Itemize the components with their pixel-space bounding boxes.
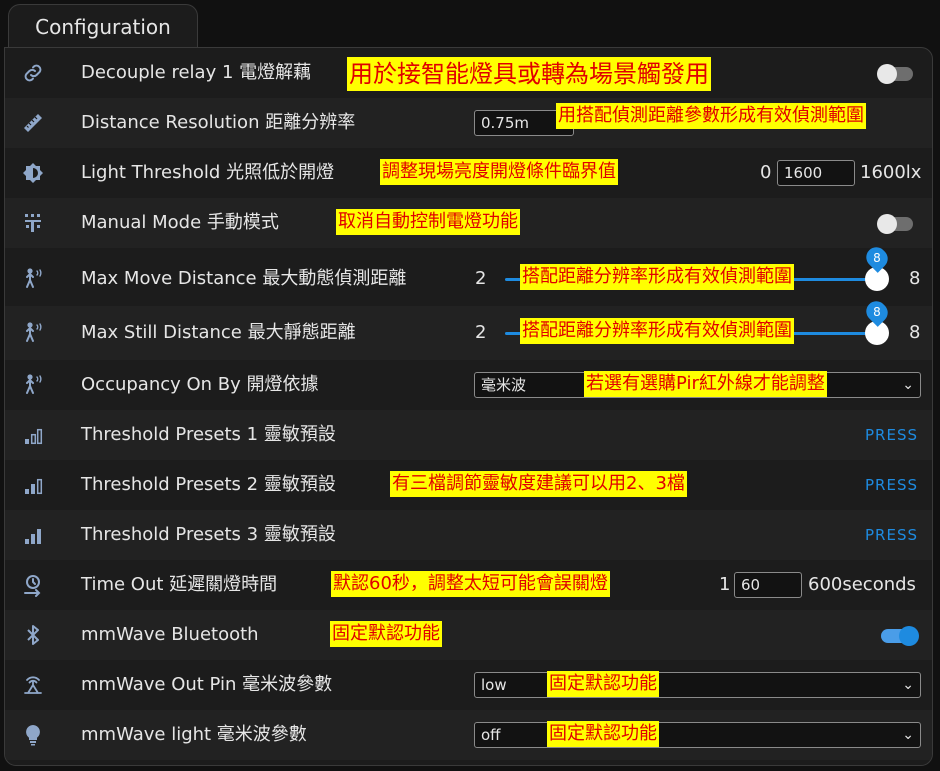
light-threshold-input[interactable]: 1600 — [777, 160, 855, 186]
row-label: mmWave light 毫米波參數 — [81, 724, 307, 745]
row-label: Light Threshold 光照低於開燈 — [81, 162, 335, 183]
annotation-callout: 用於接智能燈具或轉為場景觸發用 — [347, 57, 711, 91]
row-label: Max Move Distance 最大動態偵測距離 — [81, 268, 407, 289]
row-label: Max Still Distance 最大靜態距離 — [81, 322, 356, 343]
mmwave-light-select[interactable]: off ⌄ — [474, 722, 921, 748]
annotation-callout: 調整現場亮度開燈條件臨界值 — [380, 159, 618, 185]
mmwave-out-pin-select[interactable]: low ⌄ — [474, 672, 921, 698]
brightness-icon — [21, 161, 45, 185]
row-label: Manual Mode 手動模式 — [81, 212, 279, 233]
row-label: mmWave Out Pin 毫米波參數 — [81, 674, 333, 695]
row-decouple-relay: Decouple relay 1 電燈解藕 用於接智能燈具或轉為場景觸發用 — [5, 48, 932, 98]
lightbulb-icon — [21, 723, 45, 747]
radar-icon — [21, 673, 45, 697]
row-threshold-presets-1: Threshold Presets 1 靈敏預設 PRESS — [5, 410, 932, 460]
manual-mode-toggle[interactable] — [877, 211, 917, 235]
annotation-callout: 默認60秒，調整太短可能會誤關燈 — [331, 571, 610, 597]
row-label: Threshold Presets 3 靈敏預設 — [81, 524, 336, 545]
select-value: low — [481, 676, 507, 694]
manual-icon — [21, 211, 45, 235]
time-out-input[interactable]: 60 — [734, 572, 802, 598]
annotation-callout: 取消自動控制電燈功能 — [336, 209, 520, 235]
motion-sensor-icon — [21, 373, 45, 397]
signal-3-icon — [21, 523, 45, 547]
range-max: 8 — [909, 268, 921, 289]
range-min: 2 — [475, 268, 487, 289]
row-label: Decouple relay 1 電燈解藕 — [81, 62, 312, 83]
annotation-callout: 固定默認功能 — [547, 721, 659, 747]
row-mmwave-out-pin: mmWave Out Pin 毫米波參數 low ⌄ 固定默認功能 — [5, 660, 932, 710]
motion-sensor-icon — [21, 267, 45, 291]
annotation-callout: 搭配距離分辨率形成有效偵測範圍 — [520, 318, 794, 344]
range-max-unit: 1600lx — [860, 162, 922, 183]
row-label: Distance Resolution 距離分辨率 — [81, 112, 356, 133]
range-max-unit: 600seconds — [808, 574, 916, 595]
decouple-relay-toggle[interactable] — [877, 61, 917, 85]
chevron-down-icon: ⌄ — [902, 377, 914, 393]
row-occupancy-on-by: Occupancy On By 開燈依據 毫米波 ⌄ 若選有選購Pir紅外線才能… — [5, 360, 932, 410]
timer-icon — [21, 573, 45, 597]
annotation-callout: 有三檔調節靈敏度建議可以用2、3檔 — [390, 471, 687, 497]
bluetooth-icon — [21, 623, 45, 647]
range-min: 2 — [475, 322, 487, 343]
threshold-preset-2-press-button[interactable]: PRESS — [865, 460, 918, 510]
annotation-callout: 用搭配偵測距離參數形成有效偵測範圍 — [556, 103, 866, 129]
threshold-preset-3-press-button[interactable]: PRESS — [865, 510, 918, 560]
range-min: 1 — [719, 574, 731, 595]
select-value: 毫米波 — [481, 376, 527, 394]
max-move-slider-handle[interactable]: 8 — [862, 243, 892, 291]
annotation-callout: 若選有選購Pir紅外線才能調整 — [584, 371, 827, 397]
row-time-out: Time Out 延遲關燈時間 默認60秒，調整太短可能會誤關燈 1 60 60… — [5, 560, 932, 610]
chevron-down-icon: ⌄ — [902, 727, 914, 743]
ruler-icon — [21, 111, 45, 135]
row-max-still-distance: Max Still Distance 最大靜態距離 2 搭配距離分辨率形成有效偵… — [5, 297, 932, 360]
row-distance-resolution: Distance Resolution 距離分辨率 0.75m 用搭配偵測距離參… — [5, 98, 932, 148]
range-min: 0 — [760, 162, 772, 183]
tab-configuration[interactable]: Configuration — [8, 4, 198, 48]
row-mmwave-bluetooth: mmWave Bluetooth 固定默認功能 — [5, 610, 932, 660]
row-label: Occupancy On By 開燈依據 — [81, 374, 319, 395]
signal-2-icon — [21, 473, 45, 497]
max-still-slider-handle[interactable]: 8 — [862, 297, 892, 345]
row-label: Threshold Presets 1 靈敏預設 — [81, 424, 336, 445]
row-manual-mode: Manual Mode 手動模式 取消自動控制電燈功能 — [5, 198, 932, 248]
row-threshold-presets-2: Threshold Presets 2 靈敏預設 有三檔調節靈敏度建議可以用2、… — [5, 460, 932, 510]
link-icon — [21, 61, 45, 85]
select-value: off — [481, 726, 501, 744]
annotation-callout: 固定默認功能 — [330, 621, 442, 647]
row-label: Threshold Presets 2 靈敏預設 — [81, 474, 336, 495]
annotation-callout: 固定默認功能 — [547, 671, 659, 697]
row-max-move-distance: Max Move Distance 最大動態偵測距離 2 搭配距離分辨率形成有效… — [5, 243, 932, 306]
mmwave-bluetooth-toggle[interactable] — [877, 623, 919, 647]
configuration-panel: Decouple relay 1 電燈解藕 用於接智能燈具或轉為場景觸發用 Di… — [4, 47, 933, 766]
threshold-preset-1-press-button[interactable]: PRESS — [865, 410, 918, 460]
motion-sensor-icon — [21, 321, 45, 345]
row-threshold-presets-3: Threshold Presets 3 靈敏預設 PRESS — [5, 510, 932, 560]
annotation-callout: 搭配距離分辨率形成有效偵測範圍 — [520, 264, 794, 290]
row-label: Time Out 延遲關燈時間 — [81, 574, 278, 595]
range-max: 8 — [909, 322, 921, 343]
row-label: mmWave Bluetooth — [81, 624, 259, 645]
signal-1-icon — [21, 423, 45, 447]
chevron-down-icon: ⌄ — [902, 677, 914, 693]
row-light-threshold: Light Threshold 光照低於開燈 調整現場亮度開燈條件臨界值 0 1… — [5, 148, 932, 198]
row-mmwave-light: mmWave light 毫米波參數 off ⌄ 固定默認功能 — [5, 710, 932, 760]
